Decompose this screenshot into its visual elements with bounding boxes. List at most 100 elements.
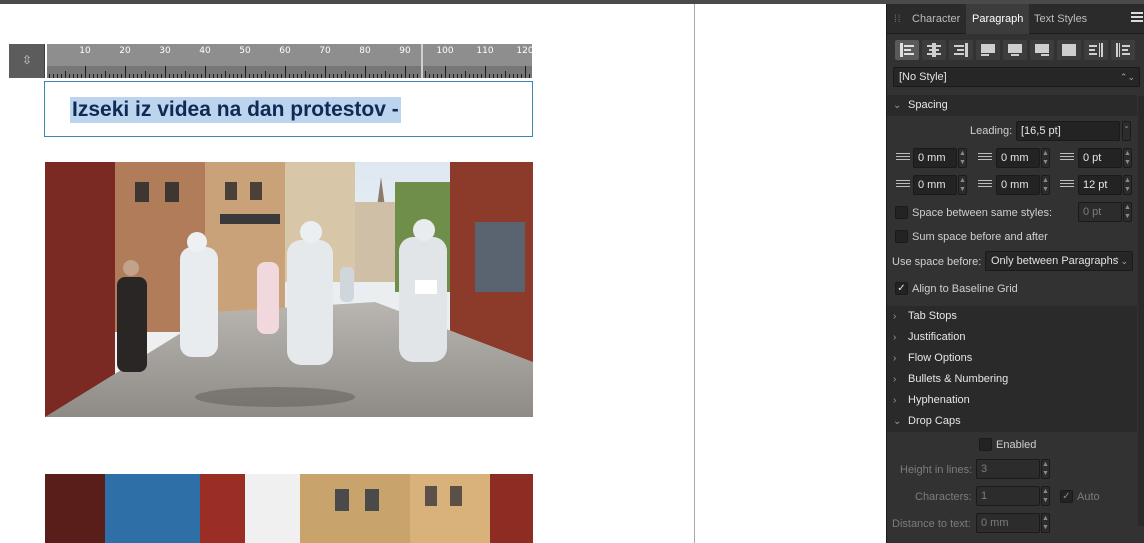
align-left-icon[interactable] — [895, 40, 919, 60]
section-drop-caps[interactable]: ⌄ Drop Caps — [887, 411, 1137, 432]
ruler-tick — [277, 74, 278, 78]
justify-all-icon[interactable] — [1057, 40, 1081, 60]
heading-text-frame[interactable]: Izseki iz videa na dan protestov - — [44, 81, 533, 137]
section-flow-options-title: Flow Options — [908, 352, 973, 364]
sum-space-checkbox[interactable] — [895, 230, 908, 243]
ruler-scale[interactable]: 10 20 30 40 50 60 70 80 90 100 110 120 — [45, 44, 532, 78]
justify-center-icon[interactable] — [1003, 40, 1027, 60]
ruler-tick — [389, 74, 390, 78]
right-indent-stepper[interactable]: ▲ ▼ — [958, 175, 967, 195]
drop-caps-distance-field[interactable]: 0 mm — [976, 513, 1040, 533]
section-justification[interactable]: › Justification — [887, 327, 1137, 348]
drop-caps-height-stepper[interactable]: ▲ ▼ — [1041, 459, 1050, 479]
leading-dropdown-arrow[interactable]: ⌄ — [1122, 121, 1131, 141]
panel-menu-icon[interactable] — [1131, 12, 1143, 24]
chevron-right-icon: › — [893, 353, 897, 364]
ruler-tick — [249, 74, 250, 78]
justify-left-icon[interactable] — [976, 40, 1000, 60]
ruler-tick — [77, 74, 78, 78]
document-canvas[interactable]: ⇳ 10 20 30 40 50 60 70 80 90 100 110 120 Izseki iz … — [0, 4, 886, 543]
ruler-label: 110 — [476, 46, 494, 56]
section-tab-stops[interactable]: › Tab Stops — [887, 306, 1137, 327]
ruler-tick — [401, 74, 402, 78]
ruler-tick — [97, 74, 98, 78]
text-ruler[interactable]: ⇳ 10 20 30 40 50 60 70 80 90 100 110 120 — [9, 44, 532, 78]
ruler-tick — [161, 74, 162, 78]
right-indent-field[interactable]: 0 mm — [913, 175, 957, 195]
panel-scrollbar[interactable] — [1138, 96, 1144, 526]
align-away-from-spine-icon[interactable] — [1111, 40, 1135, 60]
align-towards-spine-icon[interactable] — [1084, 40, 1108, 60]
paragraph-style-dropdown[interactable]: [No Style] ⌃⌄ — [893, 67, 1140, 87]
ruler-tick — [217, 74, 218, 78]
ruler-indent-marker[interactable] — [45, 44, 47, 78]
use-space-before-dropdown[interactable]: Only between Paragraphs ⌃⌄ — [985, 251, 1133, 271]
align-right-icon[interactable] — [949, 40, 973, 60]
ruler-tick — [513, 74, 514, 78]
tab-paragraph[interactable]: Paragraph — [966, 4, 1030, 34]
ruler-tick — [337, 74, 338, 78]
first-line-indent-field[interactable]: 0 mm — [996, 148, 1040, 168]
ruler-tick — [525, 66, 526, 78]
space-before-stepper[interactable]: ▲ ▼ — [1123, 148, 1132, 168]
justify-right-icon[interactable] — [1030, 40, 1054, 60]
ruler-handle[interactable]: ⇳ — [9, 44, 45, 78]
ruler-tick — [481, 74, 482, 78]
space-between-same-styles-value: 0 pt — [1083, 206, 1102, 218]
drop-caps-distance-value: 0 mm — [981, 517, 1009, 529]
drop-caps-distance-stepper[interactable]: ▲ ▼ — [1041, 513, 1050, 533]
left-indent-stepper[interactable]: ▲ ▼ — [958, 148, 967, 168]
ruler-tick — [385, 71, 386, 78]
ruler-tick — [173, 74, 174, 78]
ruler-tick — [61, 74, 62, 78]
last-line-indent-field[interactable]: 0 mm — [996, 175, 1040, 195]
space-between-same-styles-stepper[interactable]: ▲ ▼ — [1123, 202, 1132, 222]
ruler-tick — [405, 66, 406, 78]
drag-handle-icon: ⇳ — [22, 53, 33, 67]
section-hyphenation[interactable]: › Hyphenation — [887, 390, 1137, 411]
drop-caps-height-field[interactable]: 3 — [976, 459, 1040, 479]
ruler-margin-marker[interactable] — [421, 44, 423, 78]
tab-text-styles[interactable]: Text Styles — [1028, 4, 1093, 34]
checkmark-icon: ✓ — [1062, 491, 1071, 502]
section-spacing[interactable]: ⌄ Spacing — [887, 95, 1137, 116]
street-photo[interactable] — [45, 474, 533, 543]
space-between-same-styles-checkbox[interactable] — [895, 206, 908, 219]
chevron-down-icon: ⌄ — [893, 100, 902, 111]
ruler-tick — [165, 66, 166, 78]
first-line-indent-stepper[interactable]: ▲ ▼ — [1041, 148, 1050, 168]
ruler-tick — [233, 74, 234, 78]
drop-caps-auto-checkbox[interactable]: ✓ — [1060, 490, 1073, 503]
space-after-field[interactable]: 12 pt — [1078, 175, 1122, 195]
ruler-tick — [453, 74, 454, 78]
tab-character[interactable]: Character — [906, 4, 966, 34]
last-line-indent-stepper[interactable]: ▲ ▼ — [1041, 175, 1050, 195]
align-baseline-checkbox[interactable]: ✓ — [895, 282, 908, 295]
ruler-tick — [85, 66, 86, 78]
drop-caps-characters-field[interactable]: 1 — [976, 486, 1040, 506]
updown-arrow-icon: ⌃⌄ — [1112, 256, 1128, 266]
section-bullets-numbering[interactable]: › Bullets & Numbering — [887, 369, 1137, 390]
align-center-icon[interactable] — [922, 40, 946, 60]
ruler-tick — [517, 74, 518, 78]
space-before-field[interactable]: 0 pt — [1078, 148, 1122, 168]
ruler-tick — [265, 71, 266, 78]
ruler-tick — [477, 74, 478, 78]
protest-photo[interactable] — [45, 162, 533, 417]
ruler-label: 100 — [436, 46, 454, 56]
drop-caps-enabled-checkbox[interactable] — [979, 438, 992, 451]
ruler-tick — [505, 71, 506, 78]
section-hyphenation-title: Hyphenation — [908, 394, 970, 406]
space-between-same-styles-field[interactable]: 0 pt — [1078, 202, 1122, 222]
leading-field[interactable]: [16,5 pt] — [1016, 121, 1120, 141]
left-indent-field[interactable]: 0 mm — [913, 148, 957, 168]
panel-grip-icon[interactable]: ⁞⁞ — [894, 14, 902, 25]
section-flow-options[interactable]: › Flow Options — [887, 348, 1137, 369]
heading-text[interactable]: Izseki iz videa na dan protestov - — [70, 97, 401, 123]
drop-caps-characters-stepper[interactable]: ▲ ▼ — [1041, 486, 1050, 506]
space-after-stepper[interactable]: ▲ ▼ — [1123, 175, 1132, 195]
ruler-tick — [129, 74, 130, 78]
first-line-indent-icon — [978, 153, 992, 165]
ruler-tick — [429, 74, 430, 78]
ruler-tick — [101, 74, 102, 78]
